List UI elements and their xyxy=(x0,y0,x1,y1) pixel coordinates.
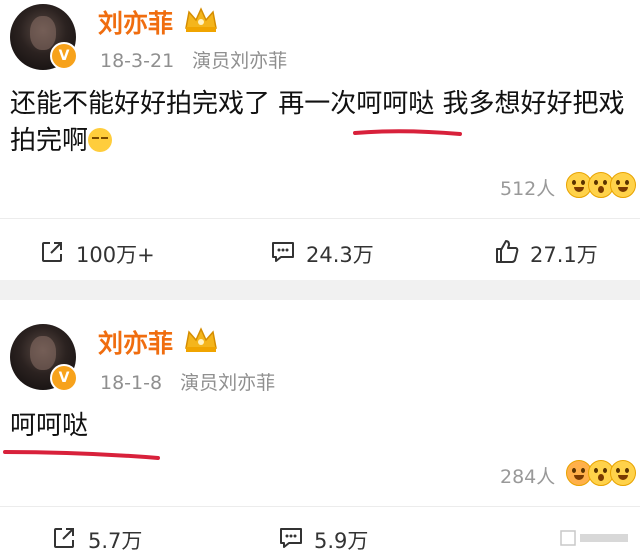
post-text-line-2: 拍完啊 xyxy=(10,123,625,160)
reaction-count[interactable]: 512人 xyxy=(500,174,555,201)
comment-button[interactable]: 5.9万 xyxy=(314,525,368,555)
weibo-post-2: V 刘亦菲 18-1-8 演员刘亦菲 呵呵哒 284人 5.7万 5.9万 xyxy=(0,300,640,554)
author-name[interactable]: 刘亦菲 xyxy=(98,324,173,360)
weibo-post-1: V 刘亦菲 18-3-21 演员刘亦菲 还能不能好好拍完戏了 再一次呵呵哒 我多想… xyxy=(0,0,640,280)
crown-icon xyxy=(185,7,217,32)
post-date: 18-1-8 xyxy=(100,372,163,394)
repost-icon[interactable] xyxy=(40,240,64,264)
post-text-line: 呵呵哒 xyxy=(10,411,89,441)
divider xyxy=(0,218,640,219)
like-icon[interactable] xyxy=(494,238,520,264)
repost-button[interactable]: 100万+ xyxy=(76,239,155,269)
post-separator xyxy=(0,280,640,300)
author-name[interactable]: 刘亦菲 xyxy=(98,4,173,40)
post-date: 18-3-21 xyxy=(100,50,175,72)
laugh-face-icon xyxy=(610,460,636,486)
crown-icon xyxy=(185,327,217,352)
post-source: 演员刘亦菲 xyxy=(192,50,288,72)
highlight-underline xyxy=(3,450,160,460)
post-meta: 18-3-21 演员刘亦菲 xyxy=(100,46,287,73)
verified-badge-icon: V xyxy=(50,42,78,70)
repost-icon[interactable] xyxy=(52,526,76,550)
reaction-count[interactable]: 284人 xyxy=(500,462,555,489)
watermark-icon xyxy=(560,530,628,546)
comment-icon[interactable] xyxy=(278,526,304,550)
post-text: 呵呵哒 xyxy=(10,408,88,445)
divider xyxy=(0,506,640,507)
post-source: 演员刘亦菲 xyxy=(180,372,276,394)
comment-button[interactable]: 24.3万 xyxy=(306,239,374,269)
like-button[interactable]: 27.1万 xyxy=(530,239,598,269)
comment-icon[interactable] xyxy=(270,240,296,264)
verified-badge-icon: V xyxy=(50,364,78,392)
smirk-emoji-icon xyxy=(88,128,113,152)
post-text: 还能不能好好拍完戏了 再一次呵呵哒 我多想好好把戏 拍完啊 xyxy=(10,86,625,160)
post-text-line: 还能不能好好拍完戏了 再一次呵呵哒 我多想好好把戏 xyxy=(10,89,625,119)
repost-button[interactable]: 5.7万 xyxy=(88,525,142,555)
highlight-underline xyxy=(353,129,462,136)
laugh-face-icon xyxy=(610,172,636,198)
post-meta: 18-1-8 演员刘亦菲 xyxy=(100,368,275,395)
